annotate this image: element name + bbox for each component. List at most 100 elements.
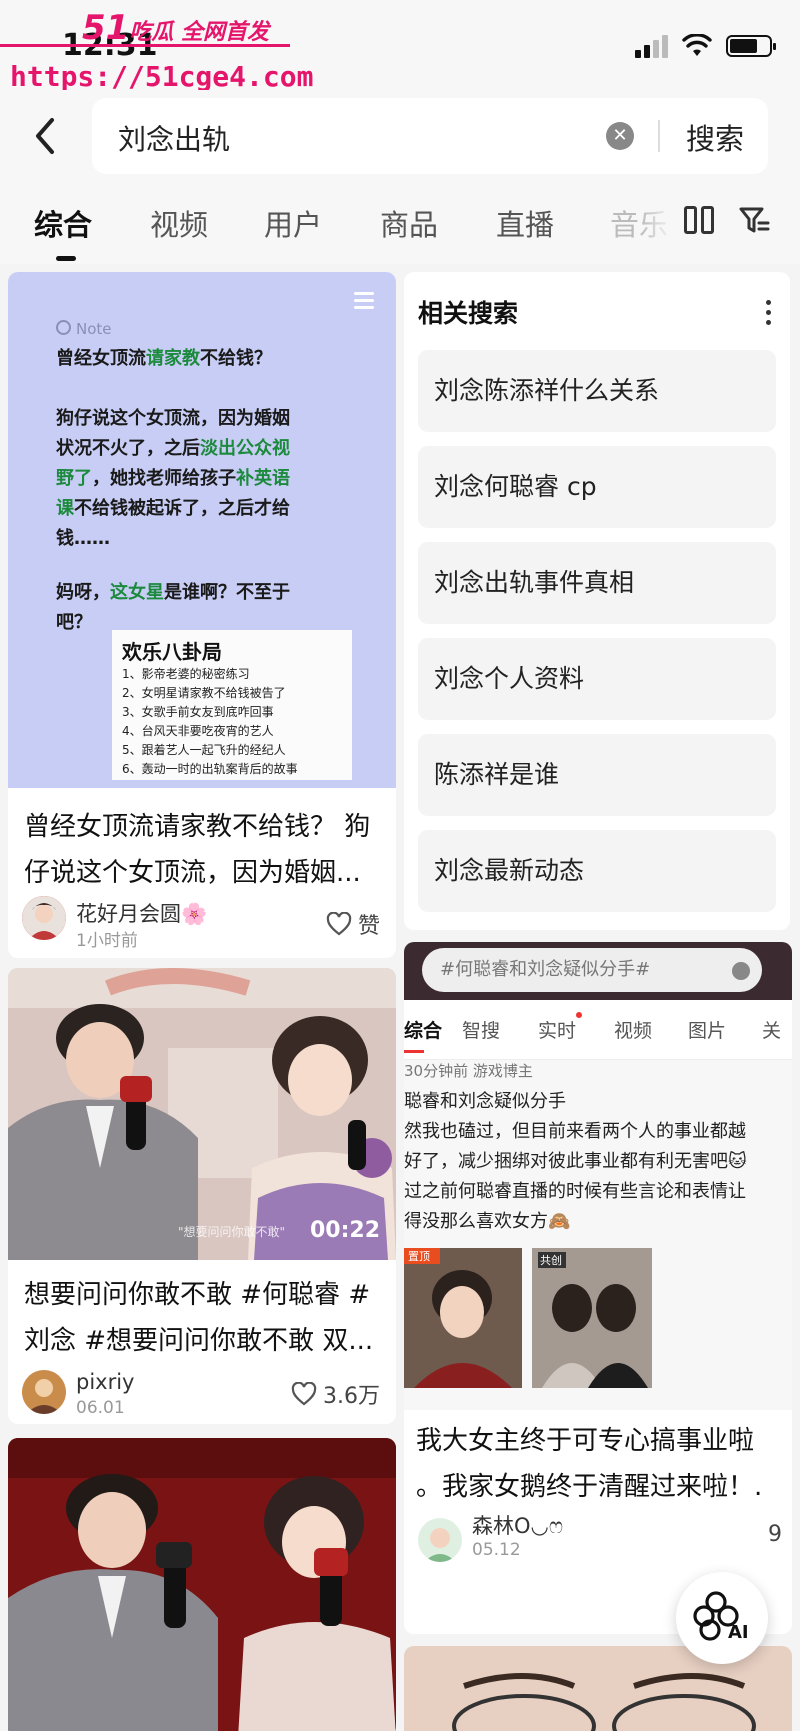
card-title-line: 曾经女顶流请家教不给钱？ 狗 xyxy=(24,812,371,842)
red-dot xyxy=(576,1012,582,1018)
note-paper: 欢乐八卦局 1、影帝老婆的秘密练习 2、女明星请家教不给钱被告了 3、女歌手前女… xyxy=(112,630,352,780)
clear-icon[interactable]: ✕ xyxy=(606,122,634,150)
post-time: 1小时前 xyxy=(76,931,138,951)
screenshot-body: 30分钟前 游戏博主 聪睿和刘念疑似分手 然我也磕过，但目前来看两个人的事业都越… xyxy=(404,1060,792,1410)
post-time: 06.01 xyxy=(76,1398,125,1418)
related-search-title: 相关搜索 xyxy=(418,299,519,328)
tab-bar: 综合 视频 用户 商品 直播 音乐 xyxy=(0,180,800,264)
like-count: 赞 xyxy=(357,914,380,939)
search-divider xyxy=(658,120,660,152)
menu-icon xyxy=(354,292,374,313)
paper-item: 4、台风天非要吃夜宵的艺人 xyxy=(122,724,274,738)
card-title-line: 我大女主终于可专心搞事业啦 xyxy=(416,1426,755,1456)
note-para-2: 狗仔说这个女顶流，因为婚姻 状况不火了，之后淡出公众视 野了，她找老师给孩子补英语课… xyxy=(56,408,290,549)
tab-fade xyxy=(640,190,674,250)
search-button[interactable]: 搜索 xyxy=(686,116,744,158)
avatar[interactable] xyxy=(22,896,66,940)
card-title-line: 刘念 #想要问问你敢不敢 双... xyxy=(24,1326,374,1356)
search-input[interactable]: 刘念出轨 ✕ 搜索 xyxy=(92,98,768,174)
tab-video[interactable]: 视频 xyxy=(150,202,208,244)
status-icons xyxy=(635,34,776,58)
screenshot-line: 然我也磕过，但目前来看两个人的事业都越 xyxy=(404,1121,746,1142)
signal-icon xyxy=(635,34,668,58)
related-search-item[interactable]: 刘念出轨事件真相 xyxy=(418,542,776,624)
screenshot-pictures: 置顶 共创 xyxy=(404,1248,792,1398)
related-search-item[interactable]: 刘念陈添祥什么关系 xyxy=(418,350,776,432)
note-para-1: 曾经女顶流请家教不给钱？ xyxy=(56,348,272,369)
screenshot-header: #何聪睿和刘念疑似分手# xyxy=(404,942,792,1000)
ai-icon: AI xyxy=(693,1591,749,1643)
author-name[interactable]: 森林O◡ෆ xyxy=(472,1510,563,1540)
related-search-panel: 相关搜索 刘念陈添祥什么关系 刘念何聪睿 cp 刘念出轨事件真相 刘念个人资料 … xyxy=(404,272,790,930)
photo-thumbnail xyxy=(8,1438,396,1731)
ai-label: AI xyxy=(728,1622,749,1643)
paper-item: 6、轰动一时的出轨案背后的故事 xyxy=(122,762,298,776)
note-image: Note 曾经女顶流请家教不给钱？ 狗仔说这个女顶流，因为婚姻 状况不火了，之后淡… xyxy=(8,272,396,788)
video-thumbnail: "想要问问你敢不敢" xyxy=(8,968,396,1260)
avatar[interactable] xyxy=(22,1370,66,1414)
screenshot-line: 聪睿和刘念疑似分手 xyxy=(404,1091,566,1112)
post-time: 05.12 xyxy=(472,1540,521,1560)
screenshot-line: 过之前何聪睿直播的时候有些言论和表情让 xyxy=(404,1181,746,1202)
filter-icon[interactable] xyxy=(738,206,770,236)
search-query: 刘念出轨 xyxy=(118,123,231,156)
like-count: 9 xyxy=(768,1522,782,1547)
screenshot-line: 得没那么喜欢女方🙈 xyxy=(404,1211,571,1232)
paper-item: 3、女歌手前女友到底咋回事 xyxy=(122,705,274,719)
watermark-url: https://51cge4.com xyxy=(10,60,314,93)
screenshot-tab: 智搜 xyxy=(462,1020,501,1042)
author-name[interactable]: pixriy xyxy=(76,1370,135,1394)
feed-card-screenshot[interactable]: #何聪睿和刘念疑似分手# 综合 智搜 实时 视频 图片 关 30分钟前 游戏博主… xyxy=(404,942,792,1634)
screenshot-tab: 综合 xyxy=(404,1020,443,1042)
note-label: Note xyxy=(56,320,112,338)
video-duration: 00:22 xyxy=(309,1218,380,1243)
tab-active-indicator xyxy=(56,256,76,261)
wifi-icon xyxy=(682,34,712,56)
search-bar: 刘念出轨 ✕ 搜索 xyxy=(0,90,800,180)
paper-item: 2、女明星请家教不给钱被告了 xyxy=(122,686,286,700)
layout-toggle-icon[interactable] xyxy=(684,206,714,234)
feed-card-note[interactable]: Note 曾经女顶流请家教不给钱？ 狗仔说这个女顶流，因为婚姻 状况不火了，之后淡… xyxy=(8,272,396,958)
related-search-item[interactable]: 刘念最新动态 xyxy=(418,830,776,912)
back-icon[interactable] xyxy=(30,114,60,158)
screenshot-tab-indicator xyxy=(404,1050,424,1053)
watermark-line xyxy=(0,44,290,47)
screenshot-line: 好了，减少捆绑对彼此事业都有利无害吧🐱 xyxy=(404,1151,747,1172)
tab-goods[interactable]: 商品 xyxy=(380,202,438,244)
paper-item: 5、跟着艺人一起飞升的经纪人 xyxy=(122,743,286,757)
screenshot-tab: 实时 xyxy=(538,1020,577,1042)
tab-live[interactable]: 直播 xyxy=(496,202,554,244)
feed-card-video[interactable]: "想要问问你敢不敢" 00:22 想要问问你敢不敢 #何聪睿 # 刘念 #想要问… xyxy=(8,968,396,1424)
like-count: 3.6万 xyxy=(323,1384,380,1409)
related-search-item[interactable]: 陈添祥是谁 xyxy=(418,734,776,816)
ai-assistant-button[interactable]: AI xyxy=(676,1572,768,1664)
pic-label: 共创 xyxy=(540,1254,562,1267)
watermark-logo: 51吃瓜 全网首发 xyxy=(82,8,269,48)
note-para-3: 妈呀，这女星是谁啊？不至于 吧？ xyxy=(56,582,290,633)
clear-icon xyxy=(732,962,750,980)
battery-icon xyxy=(726,35,776,57)
paper-item: 1、影帝老婆的秘密练习 xyxy=(122,667,250,681)
more-icon[interactable] xyxy=(766,300,772,330)
tab-users[interactable]: 用户 xyxy=(264,202,322,244)
card-title-line: 想要问问你敢不敢 #何聪睿 # xyxy=(24,1280,371,1310)
feed-card-photo[interactable] xyxy=(8,1438,396,1731)
pic-label: 置顶 xyxy=(408,1250,430,1263)
paper-title: 欢乐八卦局 xyxy=(122,640,222,664)
like-button[interactable]: 3.6万 xyxy=(291,1378,380,1410)
screenshot-tab: 视频 xyxy=(614,1020,653,1042)
heart-icon xyxy=(291,1382,317,1406)
heart-icon xyxy=(326,912,352,936)
screenshot-tab: 关 xyxy=(762,1020,782,1042)
related-search-item[interactable]: 刘念何聪睿 cp xyxy=(418,446,776,528)
screenshot-search: #何聪睿和刘念疑似分手# xyxy=(422,948,762,992)
screenshot-tabs: 综合 智搜 实时 视频 图片 关 xyxy=(404,1000,792,1060)
card-title-line: 仔说这个女顶流，因为婚姻... xyxy=(24,858,361,888)
avatar[interactable] xyxy=(418,1518,462,1562)
author-name[interactable]: 花好月会圆🌸 xyxy=(76,898,207,928)
tab-all[interactable]: 综合 xyxy=(34,202,92,244)
related-search-item[interactable]: 刘念个人资料 xyxy=(418,638,776,720)
svg-text:"想要问问你敢不敢": "想要问问你敢不敢" xyxy=(178,1224,285,1239)
screenshot-tab: 图片 xyxy=(688,1020,727,1042)
like-button[interactable]: 赞 xyxy=(326,908,380,940)
